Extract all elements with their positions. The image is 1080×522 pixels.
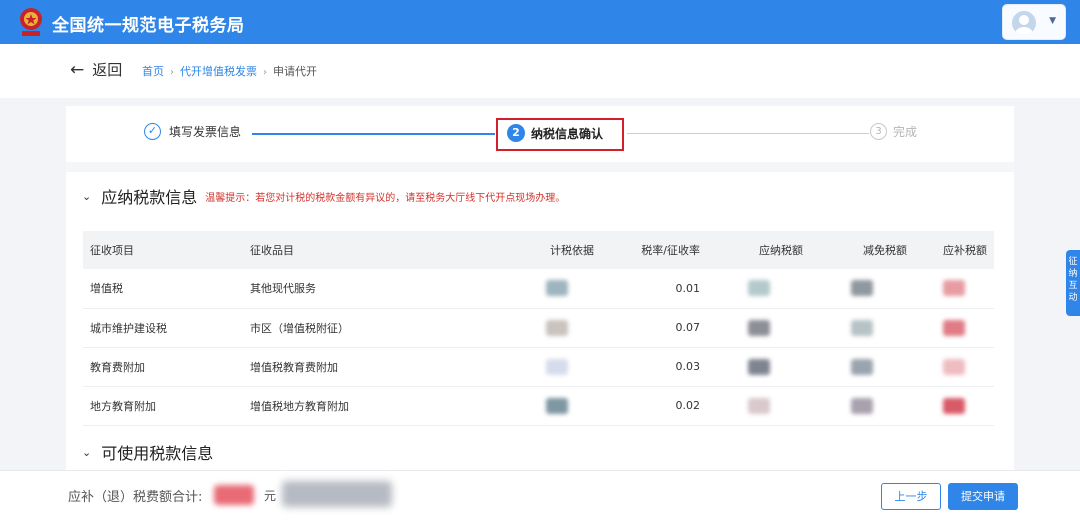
redacted-value [914,269,994,309]
usable-section-header[interactable]: ⌄ 可使用税款信息 [82,440,213,464]
submit-application-button[interactable]: 提交申请 [948,483,1018,510]
redacted-value [282,481,392,507]
step-number: 2 [507,124,525,142]
column-header: 征收项目 [83,231,243,269]
step-indicator: ✓ 填写发票信息 2 纳税信息确认 3 完成 [66,106,1014,162]
cell-rate: 0.01 [601,269,707,309]
step-label: 填写发票信息 [169,125,242,139]
redacted-value [513,269,601,309]
step-complete: 3 完成 [870,123,917,140]
redacted-value [513,308,601,348]
redacted-value [810,308,914,348]
redacted-value [914,308,994,348]
table-row: 地方教育附加 增值税地方教育附加 0.02 [83,386,994,426]
redacted-value [810,347,914,387]
column-header: 税率/征收率 [601,231,707,269]
tax-section-header[interactable]: ⌄ 应纳税款信息 温馨提示：若您对计税的税款金额有异议的，请至税务大厅线下代开点… [82,184,565,208]
user-avatar-icon [1012,11,1036,35]
breadcrumb-current: 申请代开 [273,65,317,78]
redacted-value [214,485,254,505]
redacted-value [810,386,914,426]
back-label: 返回 [92,61,123,79]
breadcrumb-bar: ← 返回 首页 › 代开增值税发票 › 申请代开 [0,44,1080,98]
breadcrumb-separator-icon: › [170,67,174,78]
arrow-left-icon: ← [70,59,85,80]
interaction-side-tab[interactable]: 征纳互动 [1066,250,1080,316]
cell-item: 城市维护建设税 [83,308,243,348]
cell-category: 增值税地方教育附加 [243,386,513,426]
table-row: 城市维护建设税 市区（增值税附征） 0.07 [83,308,994,348]
redacted-value [707,386,810,426]
column-header: 征收品目 [243,231,513,269]
redacted-value [810,269,914,309]
footer-bar: 应补（退）税费额合计: 元 上一步 提交申请 [0,470,1080,522]
cell-rate: 0.07 [601,308,707,348]
column-header: 计税依据 [513,231,601,269]
cell-item: 教育费附加 [83,347,243,387]
cell-rate: 0.03 [601,347,707,387]
total-label: 应补（退）税费额合计: [68,490,203,505]
top-header: 全国统一规范电子税务局 ▼ [0,0,1080,44]
redacted-value [707,269,810,309]
previous-step-button[interactable]: 上一步 [881,483,941,510]
redacted-value [707,308,810,348]
warm-tip: 温馨提示：若您对计税的税款金额有异议的，请至税务大厅线下代开点现场办理。 [205,192,566,204]
chevron-down-icon: ▼ [1049,16,1056,26]
step-label: 完成 [893,125,918,139]
redacted-value [707,347,810,387]
table-row: 增值税 其他现代服务 0.01 [83,269,994,309]
breadcrumb-home[interactable]: 首页 [142,65,164,78]
step-connector-done [252,133,495,135]
table-header-row: 征收项目 征收品目 计税依据 税率/征收率 应纳税额 减免税额 应补税额 [83,231,994,269]
cell-item: 增值税 [83,269,243,309]
site-title: 全国统一规范电子税务局 [52,16,245,36]
check-icon: ✓ [144,123,161,140]
cell-rate: 0.02 [601,386,707,426]
redacted-value [513,386,601,426]
step-fill-invoice: ✓ 填写发票信息 [144,123,241,140]
step-number: 3 [870,123,887,140]
back-button[interactable]: ← 返回 [70,59,122,80]
user-menu[interactable]: ▼ [1002,4,1066,40]
breadcrumb-separator-icon: › [263,67,267,78]
cell-category: 市区（增值税附征） [243,308,513,348]
column-header: 应补税额 [914,231,994,269]
divider [66,162,1014,172]
tax-table: 征收项目 征收品目 计税依据 税率/征收率 应纳税额 减免税额 应补税额 增值税… [83,231,994,426]
table-row: 教育费附加 增值税教育费附加 0.03 [83,347,994,387]
breadcrumb-invoice[interactable]: 代开增值税发票 [180,65,257,78]
step-connector-pending [627,133,869,134]
chevron-down-icon: ⌄ [82,445,92,459]
redacted-value [914,347,994,387]
cell-category: 其他现代服务 [243,269,513,309]
cell-item: 地方教育附加 [83,386,243,426]
breadcrumb: 首页 › 代开增值税发票 › 申请代开 [142,63,317,79]
column-header: 应纳税额 [707,231,810,269]
cell-category: 增值税教育费附加 [243,347,513,387]
step-label: 纳税信息确认 [531,126,604,141]
redacted-value [914,386,994,426]
chevron-down-icon: ⌄ [82,189,92,203]
main-card: ✓ 填写发票信息 2 纳税信息确认 3 完成 ⌄ 应纳税款信息 温馨提示：若您对… [66,106,1014,470]
step-confirm-tax: 2 纳税信息确认 [507,124,603,142]
currency-unit: 元 [264,489,277,503]
tax-emblem-icon [16,6,46,38]
section-title: 可使用税款信息 [101,444,214,463]
redacted-value [513,347,601,387]
section-title: 应纳税款信息 [101,188,198,207]
column-header: 减免税额 [810,231,914,269]
